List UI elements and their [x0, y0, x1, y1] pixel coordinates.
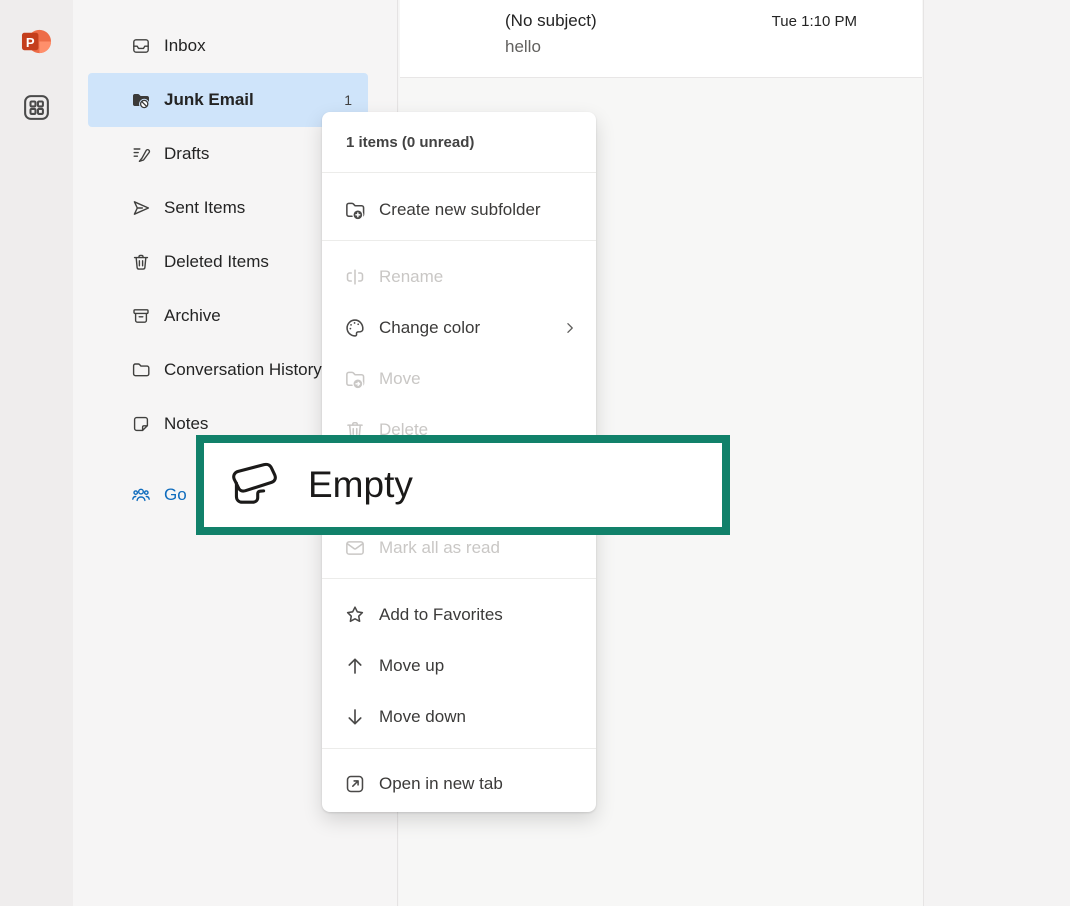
sidebar-item-label: Notes [164, 414, 208, 434]
reading-pane [924, 0, 1070, 906]
submenu-chevron-icon [562, 320, 578, 336]
sidebar-item-inbox[interactable]: Inbox [88, 19, 368, 73]
menu-divider [322, 748, 596, 749]
arrow-down-icon [344, 706, 366, 728]
folder-item-count: 1 items (0 unread) [346, 112, 474, 172]
rename-icon [344, 266, 366, 288]
folder-move-icon [344, 368, 366, 390]
sidebar-item-label: Deleted Items [164, 252, 269, 272]
app-rail: P [0, 0, 73, 906]
powerpoint-app-icon[interactable]: P [21, 26, 52, 57]
email-list-item[interactable]: (No subject) Tue 1:10 PM hello [400, 0, 922, 78]
people-icon [131, 485, 151, 505]
arrow-up-icon [344, 655, 366, 677]
unread-count-badge: 1 [344, 92, 352, 108]
menu-item-label: Mark all as read [379, 538, 500, 558]
menu-item-rename: Rename [322, 251, 596, 302]
menu-item-move: Move [322, 353, 596, 404]
trash-icon [131, 252, 151, 272]
sidebar-link-label: Go [164, 485, 187, 505]
archive-icon [131, 306, 151, 326]
note-icon [131, 414, 151, 434]
menu-item-add-to-favorites[interactable]: Add to Favorites [322, 589, 596, 640]
sidebar-item-label: Conversation History [164, 360, 322, 380]
menu-item-label: Add to Favorites [379, 605, 503, 625]
app-launcher-icon[interactable] [21, 92, 52, 123]
email-timestamp: Tue 1:10 PM [772, 13, 898, 30]
send-icon [131, 198, 151, 218]
menu-item-empty-label: Empty [308, 464, 413, 506]
sidebar-item-label: Drafts [164, 144, 209, 164]
menu-item-label: Open in new tab [379, 774, 503, 794]
menu-divider [322, 240, 596, 241]
folder-empty-icon [226, 456, 284, 514]
menu-divider [322, 172, 596, 173]
menu-item-label: Create new subfolder [379, 200, 541, 220]
folder-icon [131, 360, 151, 380]
svg-text:P: P [26, 35, 35, 50]
email-preview: hello [505, 37, 898, 57]
palette-icon [344, 317, 366, 339]
star-icon [344, 604, 366, 626]
sidebar-item-label: Archive [164, 306, 221, 326]
junk-folder-icon [131, 90, 151, 110]
menu-item-label: Rename [379, 267, 443, 287]
drafts-pencil-icon [131, 144, 151, 164]
sidebar-item-label: Inbox [164, 36, 206, 56]
sidebar-item-label: Junk Email [164, 90, 254, 110]
annotation-highlight-empty[interactable]: Empty [196, 435, 730, 535]
inbox-icon [131, 36, 151, 56]
menu-item-label: Change color [379, 318, 480, 338]
menu-item-label: Move down [379, 707, 466, 727]
menu-item-change-color[interactable]: Change color [322, 302, 596, 353]
menu-item-create-new-subfolder[interactable]: Create new subfolder [322, 184, 596, 235]
mail-read-icon [344, 537, 366, 559]
email-subject: (No subject) [505, 11, 597, 31]
menu-divider [322, 578, 596, 579]
menu-item-open-in-new-tab[interactable]: Open in new tab [322, 758, 596, 809]
folder-add-icon [344, 199, 366, 221]
menu-item-move-up[interactable]: Move up [322, 640, 596, 691]
open-new-tab-icon [344, 773, 366, 795]
menu-item-label: Move up [379, 656, 444, 676]
menu-item-move-down[interactable]: Move down [322, 691, 596, 742]
sidebar-item-label: Sent Items [164, 198, 245, 218]
menu-item-label: Move [379, 369, 421, 389]
